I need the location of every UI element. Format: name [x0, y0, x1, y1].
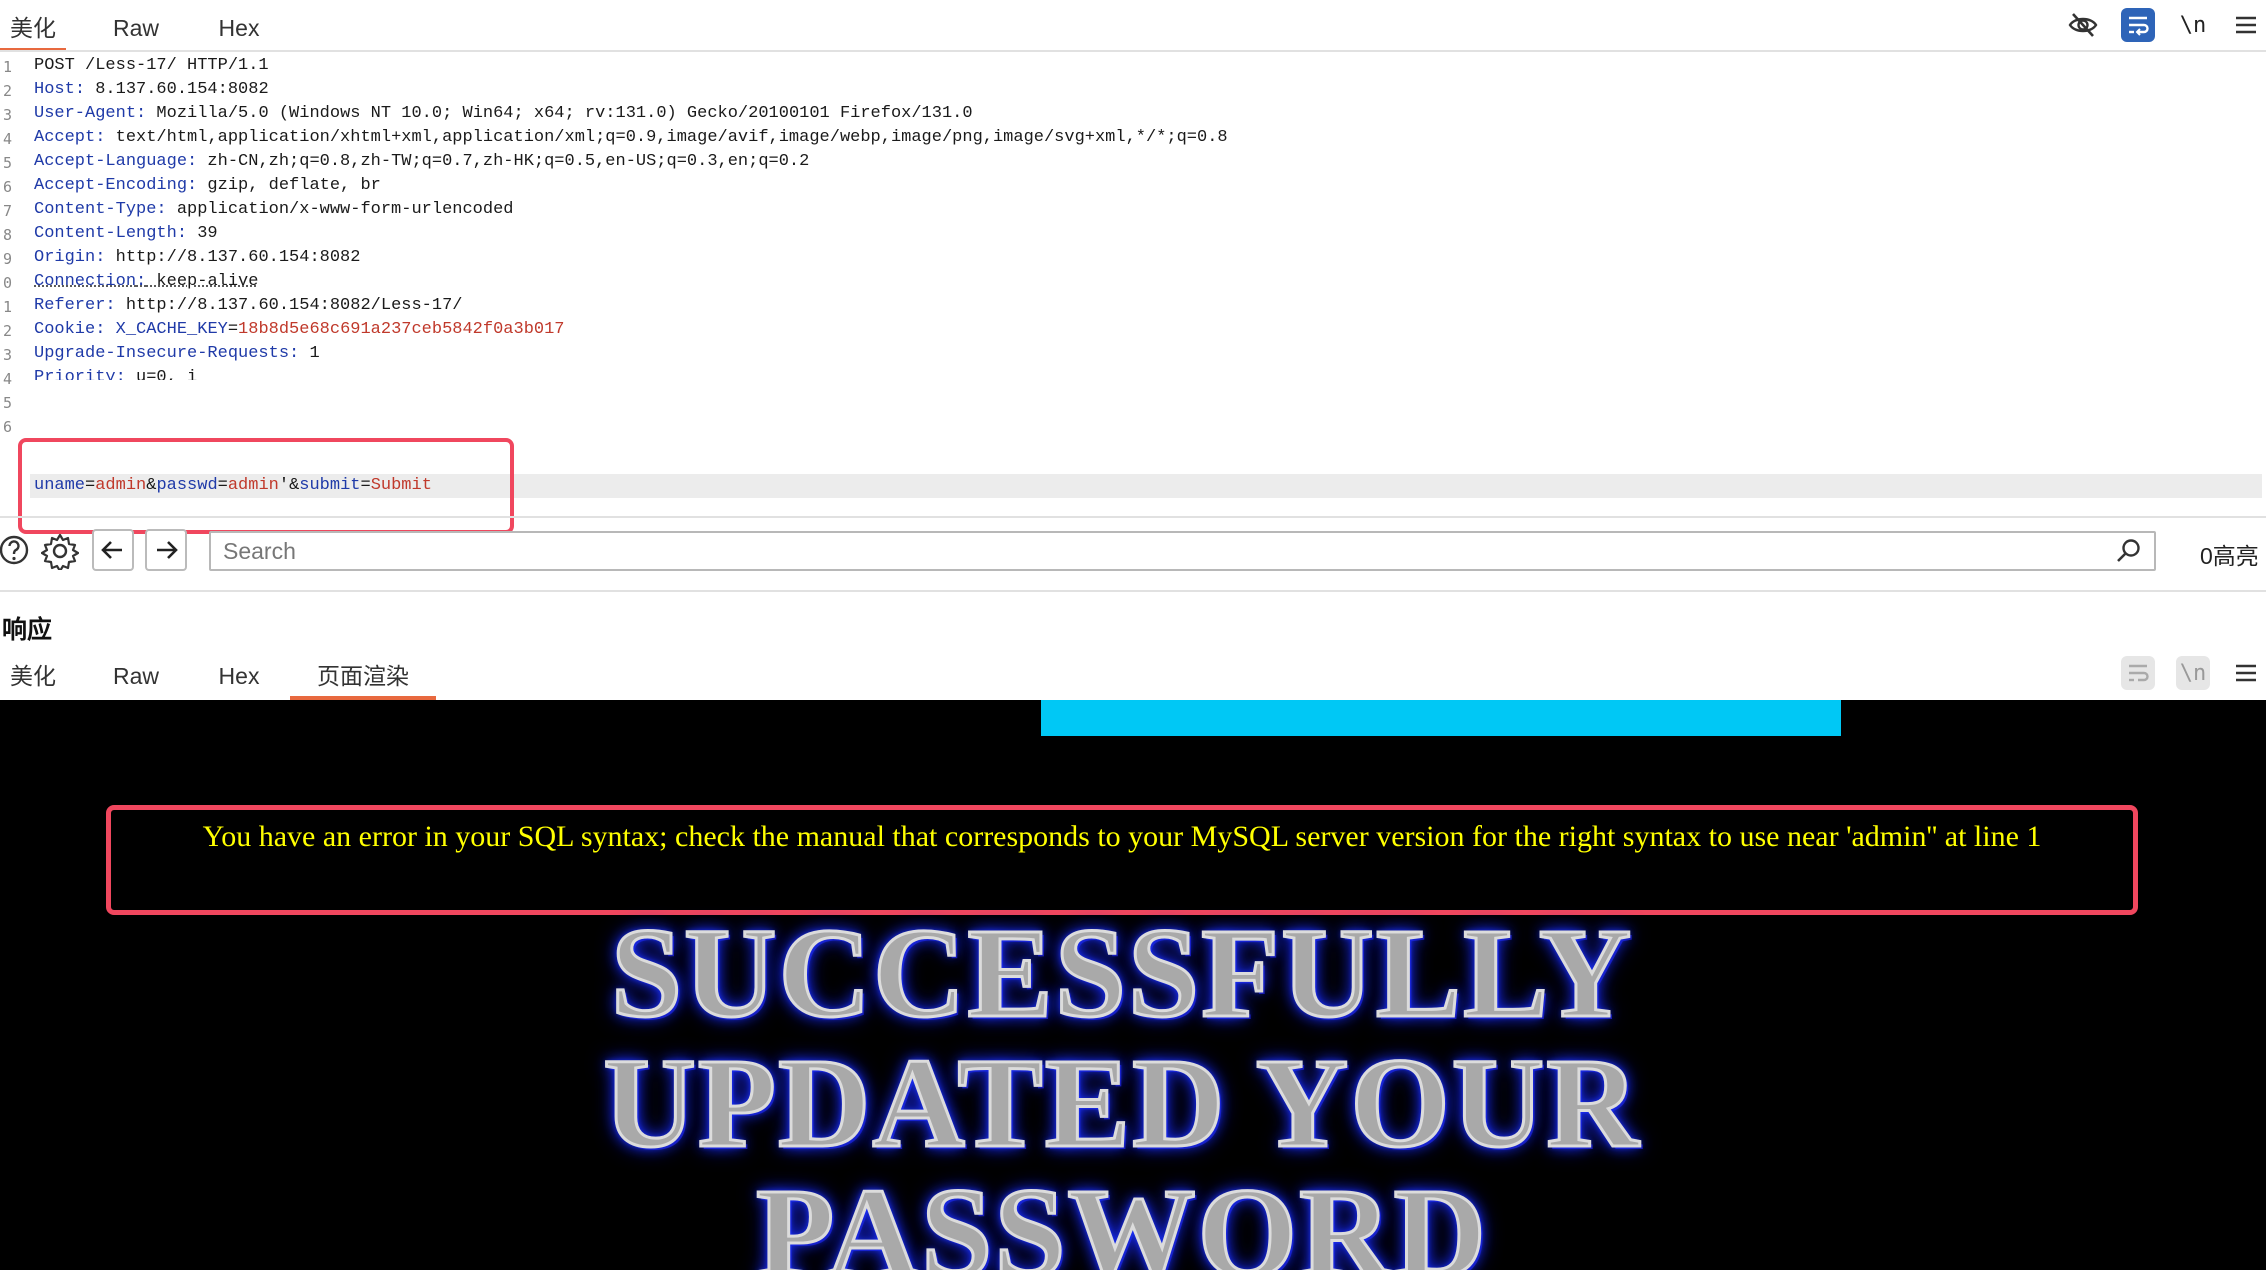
- header-line-user-agent: User-Agent: Mozilla/5.0 (Windows NT 10.0…: [34, 104, 973, 123]
- banner-line-1: SUCCESSFULLY: [609, 901, 1634, 1046]
- header-name: Origin: [34, 248, 96, 267]
- header-value: keep-alive: [146, 272, 259, 291]
- toolbar-divider: [0, 590, 2266, 592]
- request-tab-hex[interactable]: Hex: [208, 0, 270, 48]
- line-number: 5: [2, 154, 12, 172]
- error-highlight-box: [106, 805, 2138, 915]
- payload-highlight-box: [18, 438, 514, 534]
- header-name: Cookie: [34, 320, 96, 339]
- cookie-value: 18b8d5e68c691a237ceb5842f0a3b017: [238, 320, 565, 339]
- header-name: Content-Length: [34, 224, 177, 243]
- header-value: Mozilla/5.0 (Windows NT 10.0; Win64; x64…: [146, 104, 973, 123]
- banner-line-3: PASSWORD: [755, 1161, 1488, 1271]
- editor-divider: [0, 516, 2266, 518]
- line-number: 0: [2, 274, 12, 292]
- header-name: Accept: [34, 128, 96, 147]
- newline-toggle-icon[interactable]: \n: [2176, 656, 2210, 690]
- header-line-content-length: Content-Length: 39: [34, 224, 218, 243]
- line-number: 8: [2, 226, 12, 244]
- line-number: 9: [2, 250, 12, 268]
- request-line: POST /Less-17/ HTTP/1.1: [34, 56, 269, 75]
- newline-toggle-icon[interactable]: \n: [2176, 8, 2210, 42]
- header-value: http://8.137.60.154:8082: [105, 248, 361, 267]
- highlight-count: 0高亮: [2200, 543, 2259, 569]
- header-line-cookie: Cookie: X_CACHE_KEY=18b8d5e68c691a237ceb…: [34, 320, 565, 339]
- header-name: Host: [34, 80, 75, 99]
- search-input[interactable]: [209, 531, 2156, 571]
- header-value: 39: [187, 224, 218, 243]
- header-value: 1: [299, 344, 320, 363]
- line-number: 7: [2, 202, 12, 220]
- header-value: gzip, deflate, br: [197, 176, 381, 195]
- cookie-key: X_CACHE_KEY: [115, 320, 228, 339]
- header-value: application/x-www-form-urlencoded: [166, 200, 514, 219]
- line-number: 5: [2, 394, 12, 412]
- header-line-accept-encoding: Accept-Encoding: gzip, deflate, br: [34, 176, 381, 195]
- header-line-host: Host: 8.137.60.154:8082: [34, 80, 269, 99]
- line-number: 2: [2, 322, 12, 340]
- response-tab-bar: 美化 Raw Hex 页面渲染 \n: [0, 648, 2266, 700]
- line-number: 4: [2, 370, 12, 388]
- eye-hidden-icon[interactable]: [2066, 10, 2100, 40]
- header-line-referer: Referer: http://8.137.60.154:8082/Less-1…: [34, 296, 463, 315]
- bottom-strip: [0, 1270, 2266, 1278]
- wrap-lines-icon[interactable]: [2121, 8, 2155, 42]
- banner-line-2: UPDATED YOUR: [602, 1031, 1641, 1176]
- header-line-upgrade-insecure: Upgrade-Insecure-Requests: 1: [34, 344, 320, 363]
- next-match-button[interactable]: [145, 529, 187, 571]
- header-value: zh-CN,zh;q=0.8,zh-TW;q=0.7,zh-HK;q=0.5,e…: [197, 152, 810, 171]
- header-line-connection: Connection: keep-alive: [34, 272, 259, 291]
- header-line-accept-language: Accept-Language: zh-CN,zh;q=0.8,zh-TW;q=…: [34, 152, 810, 171]
- line-number: 1: [2, 298, 12, 316]
- previous-match-button[interactable]: [92, 529, 134, 571]
- header-name: User-Agent: [34, 104, 137, 123]
- request-tab-bar: 美化 Raw Hex \n: [0, 0, 2266, 52]
- request-tab-raw[interactable]: Raw: [106, 0, 166, 48]
- header-name: Upgrade-Insecure-Requests: [34, 344, 290, 363]
- menu-icon[interactable]: [2232, 658, 2260, 688]
- wrap-lines-icon[interactable]: [2121, 656, 2155, 690]
- response-tab-hex[interactable]: Hex: [208, 648, 270, 696]
- header-name: Referer: [34, 296, 106, 315]
- header-value: u=0, i: [125, 368, 198, 380]
- header-name: Connection: [34, 272, 137, 291]
- response-tab-render[interactable]: 页面渲染: [290, 648, 436, 700]
- header-line-priority: Priority: u=0, i: [34, 366, 197, 380]
- response-tab-raw[interactable]: Raw: [106, 648, 166, 696]
- header-line-content-type: Content-Type: application/x-www-form-url…: [34, 200, 514, 219]
- line-number: 1: [2, 58, 12, 76]
- line-number: 3: [2, 346, 12, 364]
- line-number: 6: [2, 418, 12, 436]
- response-title: 响应: [2, 616, 53, 644]
- header-line-origin: Origin: http://8.137.60.154:8082: [34, 248, 361, 267]
- line-number: 6: [2, 178, 12, 196]
- request-editor[interactable]: 1 2 3 4 5 6 7 8 9 0 1 2 3 4 5 6 POST /Le…: [0, 54, 2266, 534]
- gear-icon[interactable]: [40, 531, 80, 571]
- request-tab-pretty[interactable]: 美化: [0, 0, 66, 52]
- header-line-accept: Accept: text/html,application/xhtml+xml,…: [34, 128, 1228, 147]
- header-value: http://8.137.60.154:8082/Less-17/: [115, 296, 463, 315]
- request-tab-divider: [0, 50, 2266, 52]
- rendered-page-view: You have an error in your SQL syntax; ch…: [0, 700, 2266, 1270]
- line-number: 3: [2, 106, 12, 124]
- header-name: Priority: [34, 368, 116, 380]
- menu-icon[interactable]: [2232, 10, 2260, 40]
- line-number: 4: [2, 130, 12, 148]
- response-tab-pretty[interactable]: 美化: [0, 648, 66, 696]
- header-name: Accept-Language: [34, 152, 188, 171]
- header-value: 8.137.60.154:8082: [85, 80, 269, 99]
- header-name: Content-Type: [34, 200, 157, 219]
- line-number: 2: [2, 82, 12, 100]
- help-icon[interactable]: [0, 532, 30, 568]
- search-icon[interactable]: [2114, 536, 2144, 566]
- cyan-banner-strip: [1041, 700, 1841, 736]
- header-value: text/html,application/xhtml+xml,applicat…: [105, 128, 1228, 147]
- header-name: Accept-Encoding: [34, 176, 188, 195]
